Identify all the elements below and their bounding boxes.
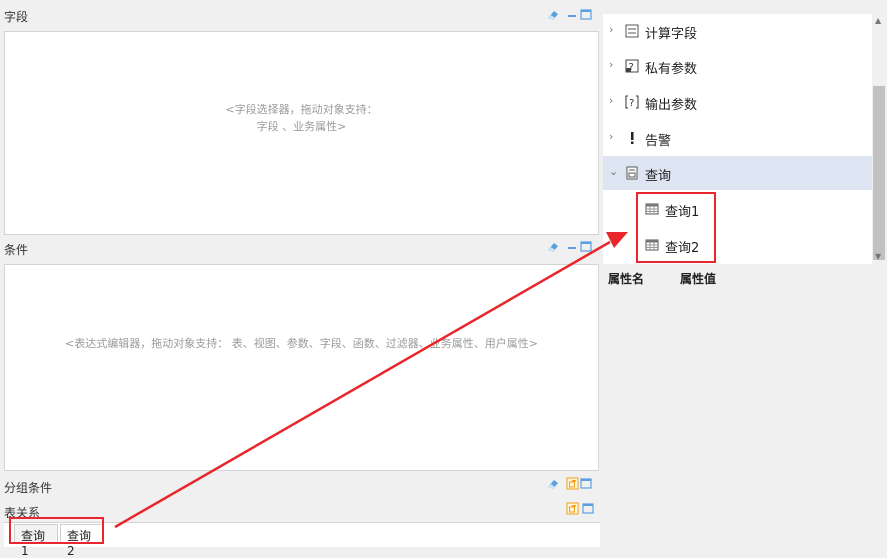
annotation-arrow	[114, 232, 628, 529]
